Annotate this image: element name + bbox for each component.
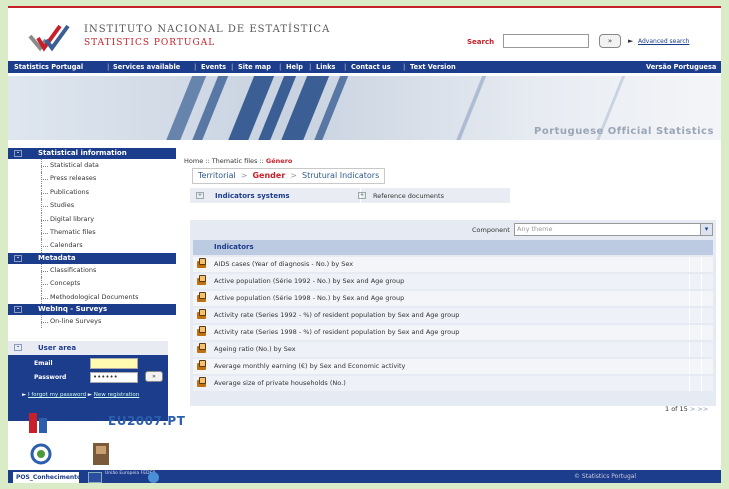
collapse-icon: – bbox=[14, 150, 22, 157]
email-label: Email bbox=[34, 360, 53, 367]
theme-tabs: Territorial > Gender > Strutural Indicators bbox=[192, 168, 386, 184]
breadcrumb-current: Género bbox=[265, 157, 293, 165]
indicators-header: Indicators bbox=[193, 240, 713, 255]
nav-events[interactable]: Events bbox=[201, 61, 226, 73]
sidebar-item-press-releases[interactable]: Press releases bbox=[8, 172, 176, 187]
login-button[interactable]: » bbox=[145, 371, 163, 382]
tab-indicators-systems[interactable]: Indicators systems bbox=[215, 192, 290, 200]
chart-icon bbox=[197, 258, 206, 268]
tab-reference-documents[interactable]: Reference documents bbox=[373, 192, 444, 200]
sidebar-item-classifications[interactable]: Classifications bbox=[8, 263, 176, 278]
forgot-password-link[interactable]: I forgot my password bbox=[28, 392, 86, 398]
globe-icon bbox=[148, 472, 159, 483]
nav-portuguese-version[interactable]: Versão Portuguesa bbox=[646, 61, 716, 73]
chart-icon bbox=[197, 309, 206, 319]
nav-contact-us[interactable]: Contact us bbox=[351, 61, 391, 73]
sidebar-section-metadata[interactable]: – Metadata bbox=[8, 252, 176, 264]
sidebar-item-concepts[interactable]: Concepts bbox=[8, 277, 176, 291]
tab-structural-indicators[interactable]: Strutural Indicators bbox=[297, 169, 384, 183]
ine-logo-icon[interactable] bbox=[28, 22, 72, 52]
chart-icon bbox=[197, 275, 206, 285]
sidebar-item-methodological-documents[interactable]: Methodological Documents bbox=[8, 290, 176, 305]
sidebar-item-digital-library[interactable]: Digital library bbox=[8, 212, 176, 227]
chevron-down-icon: ▾ bbox=[700, 224, 712, 235]
breadcrumb-path[interactable]: Home :: Thematic files :: bbox=[184, 157, 264, 165]
breadcrumb: Home :: Thematic files :: Género bbox=[184, 157, 292, 165]
indicator-row[interactable]: Activity rate (Series 1998 - %) of resid… bbox=[193, 325, 713, 342]
indicator-row[interactable]: Average monthly earning (€) by Sex and E… bbox=[193, 359, 713, 376]
copyright: © Statistics Portugal bbox=[574, 473, 637, 480]
sidebar-section-statistical-information[interactable]: – Statistical information bbox=[8, 148, 176, 159]
collapse-icon: – bbox=[14, 344, 22, 351]
arrow-right-icon: ► bbox=[628, 37, 634, 45]
password-field[interactable]: •••••• bbox=[90, 372, 138, 383]
nav-services-available[interactable]: Services available bbox=[113, 61, 180, 73]
chart-icon bbox=[197, 377, 206, 387]
eu2007-logo[interactable]: EU2007.PT bbox=[108, 414, 185, 428]
sidebar: – Statistical information Statistical dat… bbox=[8, 148, 176, 329]
tab-gender[interactable]: Gender bbox=[247, 169, 290, 183]
expand-icon: + bbox=[196, 192, 204, 199]
expand-icon: + bbox=[358, 192, 366, 199]
pos-conhecimento-logo[interactable]: POS_Conhecimento bbox=[13, 472, 81, 483]
alea-logo-icon[interactable] bbox=[92, 442, 110, 466]
component-label: Component bbox=[472, 226, 510, 234]
advanced-search-link[interactable]: Advanced search bbox=[638, 38, 689, 45]
sidebar-item-calendars[interactable]: Calendars bbox=[8, 239, 176, 254]
partner-logos: EU2007.PT bbox=[26, 408, 185, 468]
indicator-row[interactable]: Active population (Série 1998 - No.) by … bbox=[193, 291, 713, 308]
indicator-row[interactable]: Ageing ratio (No.) by Sex bbox=[193, 342, 713, 359]
banner-caption: Portuguese Official Statistics bbox=[534, 126, 714, 137]
user-area-title: – User area bbox=[8, 341, 168, 355]
indicators-panel: Component Any theme ▾ Indicators AIDS cas… bbox=[190, 220, 716, 406]
tab-territorial[interactable]: Territorial bbox=[193, 169, 241, 183]
nav-help[interactable]: Help bbox=[286, 61, 303, 73]
nav-text-version[interactable]: Text Version bbox=[410, 61, 456, 73]
nav-links[interactable]: Links bbox=[316, 61, 335, 73]
sidebar-item-thematic-files[interactable]: Thematic files bbox=[8, 225, 176, 240]
chart-icon bbox=[197, 326, 206, 336]
nav-site-map[interactable]: Site map bbox=[238, 61, 271, 73]
sidebar-section-webinq[interactable]: – WebInq - Surveys bbox=[8, 303, 176, 315]
sidebar-item-statistical-data[interactable]: Statistical data bbox=[8, 159, 176, 173]
chart-icon bbox=[197, 343, 206, 353]
pagination: 1 of 15 > >> bbox=[665, 405, 708, 413]
indicator-row[interactable]: Active population (Série 1992 - No.) by … bbox=[193, 274, 713, 291]
search-input[interactable] bbox=[503, 34, 589, 48]
component-select[interactable]: Any theme ▾ bbox=[514, 223, 713, 236]
nav-statistics-portugal[interactable]: Statistics Portugal bbox=[14, 61, 83, 73]
statistics-week-logo-icon[interactable] bbox=[26, 442, 56, 466]
collapse-icon: – bbox=[14, 305, 22, 313]
next-page-link[interactable]: > >> bbox=[690, 405, 708, 413]
email-field[interactable] bbox=[90, 358, 138, 369]
page-frame: INSTITUTO NACIONAL DE ESTATÍSTICA STATIS… bbox=[8, 6, 721, 483]
indicator-row[interactable]: Activity rate (Series 1992 - %) of resid… bbox=[193, 308, 713, 325]
eu-flag-icon bbox=[88, 472, 102, 483]
sub-tabs: + Indicators systems + Reference documen… bbox=[190, 188, 510, 203]
csie-logo-icon[interactable] bbox=[26, 410, 52, 436]
chart-icon bbox=[197, 360, 206, 370]
chart-icon bbox=[197, 292, 206, 302]
new-registration-link[interactable]: New registration bbox=[94, 392, 139, 398]
brand-subtitle: STATISTICS PORTUGAL bbox=[84, 38, 216, 48]
main-nav: Statistics Portugal | Services available… bbox=[8, 61, 721, 73]
sidebar-item-studies[interactable]: Studies bbox=[8, 199, 176, 213]
indicators-list: AIDS cases (Year of diagnosis - No.) by … bbox=[193, 257, 713, 393]
search-button[interactable]: » bbox=[599, 34, 621, 48]
search-label: Search bbox=[467, 38, 495, 46]
account-links: ► I forgot my password ► New registratio… bbox=[22, 392, 140, 398]
sidebar-item-online-surveys[interactable]: On-line Surveys bbox=[8, 314, 176, 329]
sidebar-item-publications[interactable]: Publications bbox=[8, 185, 176, 200]
indicator-row[interactable]: AIDS cases (Year of diagnosis - No.) by … bbox=[193, 257, 713, 274]
footer: POS_Conhecimento União Europeia FEDER © … bbox=[8, 470, 721, 483]
page-count: 1 of 15 bbox=[665, 405, 688, 413]
collapse-icon: – bbox=[14, 254, 22, 262]
indicator-row[interactable]: Average size of private households (No.) bbox=[193, 376, 713, 393]
password-label: Password bbox=[34, 374, 67, 381]
brand-title: INSTITUTO NACIONAL DE ESTATÍSTICA bbox=[84, 24, 331, 35]
